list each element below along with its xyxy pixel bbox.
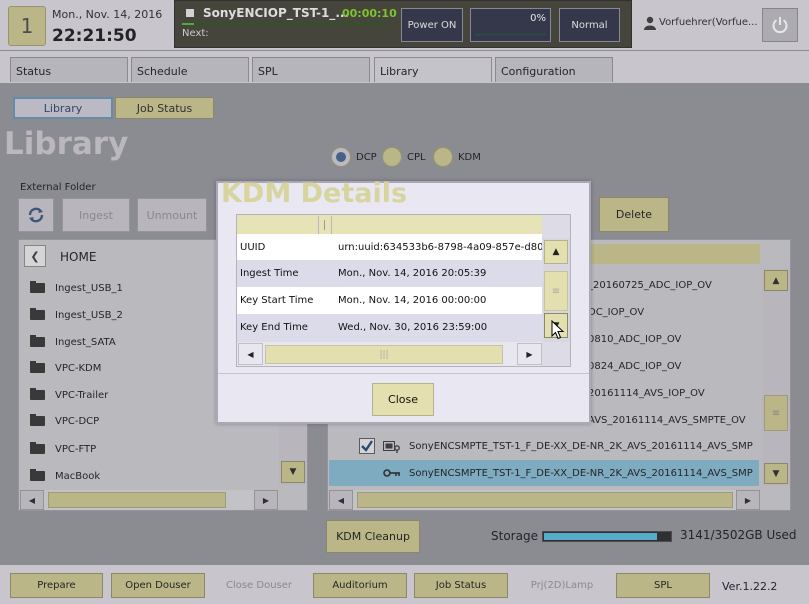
scroll-up-button[interactable]: ▲ xyxy=(544,240,568,264)
scroll-thumb[interactable]: ≡ xyxy=(544,271,568,311)
grip-icon: ||| xyxy=(379,349,389,360)
kdm-row-key: Key End Time xyxy=(240,322,308,333)
column-resize-handle[interactable] xyxy=(318,216,332,236)
triangle-up-icon: ▲ xyxy=(552,247,560,257)
kdm-row-ingest-time: Ingest Time Mon., Nov. 14, 2016 20:05:39 xyxy=(237,260,542,287)
kdm-row-value: Mon., Nov. 14, 2016 00:00:00 xyxy=(338,295,487,306)
scroll-right-button[interactable]: ▶ xyxy=(517,343,542,365)
kdm-row-key-end-time: Key End Time Wed., Nov. 30, 2016 23:59:0… xyxy=(237,314,542,341)
triangle-right-icon: ▶ xyxy=(526,349,533,359)
kdm-row-key-start-time: Key Start Time Mon., Nov. 14, 2016 00:00… xyxy=(237,287,542,314)
mouse-cursor-icon xyxy=(551,320,565,340)
kdm-row-value: urn:uuid:634533b6-8798-4a09-857e-d80b... xyxy=(338,242,542,253)
close-button[interactable]: Close xyxy=(372,383,434,416)
triangle-left-icon: ◀ xyxy=(247,349,254,359)
kdm-row-key: Ingest Time xyxy=(240,268,299,279)
grip-icon: ≡ xyxy=(551,285,561,297)
dialog-title: KDM Details xyxy=(221,178,408,209)
dialog-divider xyxy=(218,373,589,374)
kdm-row-key: Key Start Time xyxy=(240,295,314,306)
kdm-row-value: Wed., Nov. 30, 2016 23:59:00 xyxy=(338,322,488,333)
kdm-row-value: Mon., Nov. 14, 2016 20:05:39 xyxy=(338,268,487,279)
column-grip xyxy=(324,220,325,230)
scroll-left-button[interactable]: ◀ xyxy=(238,343,263,365)
kdm-row-key: UUID xyxy=(240,242,266,253)
kdm-row-uuid: UUID urn:uuid:634533b6-8798-4a09-857e-d8… xyxy=(237,234,542,261)
scroll-thumb[interactable]: ||| xyxy=(265,345,503,364)
